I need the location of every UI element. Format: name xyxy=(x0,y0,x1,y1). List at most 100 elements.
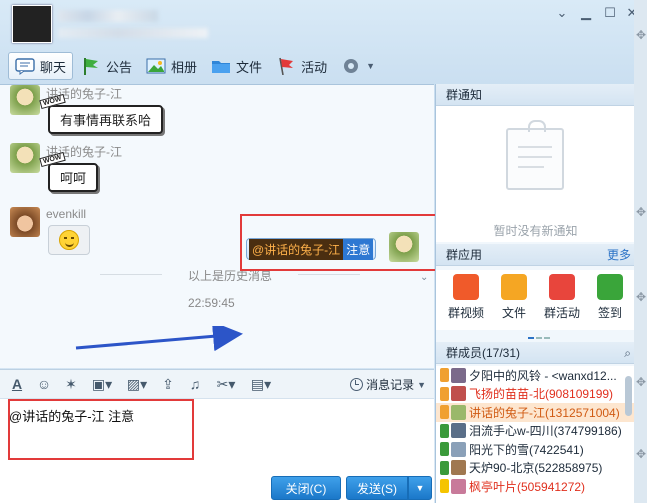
apps-title: 群应用 xyxy=(446,248,483,262)
right-panel: 群通知 暂时没有新通知 群应用 更多 群视频 文件 群活动 签到 群成员(17/… xyxy=(435,84,635,503)
member-name: 泪流手心w-四川(374799186) xyxy=(469,424,622,439)
star-icon xyxy=(440,479,449,494)
folder-icon xyxy=(211,57,231,75)
tab-files-label: 文件 xyxy=(236,59,263,75)
member-item[interactable]: 泪流手心w-四川(374799186) xyxy=(436,422,635,441)
tab-announcement-label: 公告 xyxy=(106,59,133,75)
notice-empty-text: 暂时没有新通知 xyxy=(493,224,578,238)
image-icon[interactable]: ▨▾ xyxy=(124,375,150,393)
member-item[interactable]: 枫亭叶片(505941272) xyxy=(436,477,635,496)
group-info-blurred xyxy=(58,28,208,38)
emoji-bubble xyxy=(48,225,90,255)
maximize-icon[interactable]: ☐ xyxy=(600,4,620,22)
app-files[interactable]: 文件 xyxy=(490,270,538,330)
group-toolbar: 聊天 公告 相册 文件 活动 ▼ xyxy=(8,52,383,80)
activity-flag-icon xyxy=(549,274,575,300)
apps-section-title: 群应用 更多 xyxy=(436,244,635,266)
member-badge-icon xyxy=(440,405,449,420)
tab-album[interactable]: 相册 xyxy=(140,52,203,80)
avatar[interactable] xyxy=(10,85,40,115)
app-checkin[interactable]: 签到 xyxy=(586,270,634,330)
chevron-down-icon: ▼ xyxy=(415,483,425,493)
send-options-button[interactable]: ▼ xyxy=(408,476,432,500)
member-list[interactable]: 夕阳中的风铃 - <wanxd12... 飞扬的苗苗-北(908109199) … xyxy=(436,366,635,503)
magic-wand-icon[interactable]: ✶ xyxy=(62,375,80,393)
app-label: 群活动 xyxy=(543,306,580,320)
tab-files[interactable]: 文件 xyxy=(205,52,268,80)
member-item[interactable]: 天炉90-北京(522858975) xyxy=(436,459,635,478)
tab-chat-label: 聊天 xyxy=(40,59,67,75)
avatar xyxy=(451,423,466,439)
video-icon xyxy=(453,274,479,300)
shake-icon[interactable]: ▣▾ xyxy=(89,375,115,393)
input-toolbar: A ☺ ✶ ▣▾ ▨▾ ⇪ ♫ ✂▾ ▤▾ 消息记录 ▼ xyxy=(0,369,434,399)
gear-icon xyxy=(341,57,361,75)
member-list-scrollbar[interactable] xyxy=(625,376,632,416)
window-edge xyxy=(634,0,647,503)
message-time: 22:59:45 xyxy=(188,296,235,310)
tab-announcement[interactable]: 公告 xyxy=(75,52,138,80)
more-tools-icon[interactable]: ▤▾ xyxy=(248,375,274,393)
search-icon[interactable]: ⌕ xyxy=(624,342,631,364)
group-name-blurred xyxy=(58,10,158,22)
chevron-down-icon: ▼ xyxy=(417,379,426,390)
member-name: 枫亭叶片(505941272) xyxy=(469,479,586,494)
pager-dots[interactable] xyxy=(528,328,552,342)
bottom-bar: 关闭(C) 发送(S) ▼ xyxy=(0,475,434,503)
scroll-down-icon[interactable]: ⌄ xyxy=(420,272,428,283)
sender-name: evenkill xyxy=(46,207,87,221)
app-group-video[interactable]: 群视频 xyxy=(442,270,490,330)
close-button[interactable]: 关闭(C) xyxy=(271,476,341,500)
settings-menu[interactable]: ▼ xyxy=(335,52,381,80)
move-icon[interactable]: ✥ xyxy=(636,290,646,304)
tab-activity[interactable]: 活动 xyxy=(270,52,333,80)
avatar[interactable] xyxy=(10,207,40,237)
members-section-title: 群成员(17/31) ⌕ xyxy=(436,342,635,364)
message-record-button[interactable]: 消息记录 ▼ xyxy=(350,376,426,393)
app-group-activity[interactable]: 群活动 xyxy=(538,270,586,330)
member-badge-icon xyxy=(440,423,449,438)
sent-message-bubble: @讲话的兔子-江 注意 xyxy=(246,238,377,260)
checkmark-icon xyxy=(597,274,623,300)
member-item[interactable]: 讲话的兔子-江(1312571004) xyxy=(436,403,635,422)
chat-window: ⌄ ▁ ☐ ✕ 聊天 公告 相册 文件 活动 ▼ 讲话的兔子-江 WOW 有事情… xyxy=(0,0,647,503)
emoji-icon[interactable]: ☺ xyxy=(35,375,53,393)
avatar[interactable] xyxy=(10,143,40,173)
member-item[interactable]: 阳光下的雪(7422541) xyxy=(436,440,635,459)
avatar xyxy=(451,478,466,494)
member-name: 讲话的兔子-江(1312571004) xyxy=(469,405,620,420)
avatar xyxy=(451,441,466,457)
group-avatar[interactable] xyxy=(12,5,52,43)
skin-icon[interactable]: ⌄ xyxy=(552,4,572,22)
message-text: 有事情再联系哈 xyxy=(60,113,152,128)
avatar xyxy=(451,460,466,476)
clock-icon xyxy=(350,378,364,391)
member-item[interactable]: 夕阳中的风铃 - <wanxd12... xyxy=(436,366,635,385)
message-text: 注意 xyxy=(343,238,374,260)
folder-icon xyxy=(501,274,527,300)
music-icon[interactable]: ♫ xyxy=(186,375,204,393)
avatar xyxy=(451,386,466,402)
move-icon[interactable]: ✥ xyxy=(636,205,646,219)
move-icon[interactable]: ✥ xyxy=(636,447,646,461)
font-icon[interactable]: A xyxy=(8,375,26,393)
scissors-icon[interactable]: ✂▾ xyxy=(213,375,239,393)
upload-icon[interactable]: ⇪ xyxy=(159,375,177,393)
notice-board-icon xyxy=(506,120,564,190)
member-item[interactable]: 飞扬的苗苗-北(908109199) xyxy=(436,385,635,404)
mention-text[interactable]: @讲话的兔子-江 xyxy=(249,238,344,260)
minimize-icon[interactable]: ▁ xyxy=(576,4,596,22)
my-avatar[interactable] xyxy=(389,232,419,262)
move-icon[interactable]: ✥ xyxy=(636,28,646,42)
message-bubble: WOW 有事情再联系哈 xyxy=(39,93,164,134)
message-text: 呵呵 xyxy=(60,171,87,186)
tab-chat[interactable]: 聊天 xyxy=(8,52,74,80)
bubble-tag: WOW xyxy=(39,93,66,110)
move-icon[interactable]: ✥ xyxy=(636,375,646,389)
apps-grid: 群视频 文件 群活动 签到 xyxy=(436,270,635,330)
more-apps-link[interactable]: 更多 xyxy=(607,244,631,266)
member-name: 阳光下的雪(7422541) xyxy=(469,442,584,457)
chevron-down-icon: ▼ xyxy=(366,61,375,71)
send-button[interactable]: 发送(S) xyxy=(346,476,408,500)
smiley-icon xyxy=(59,230,79,250)
